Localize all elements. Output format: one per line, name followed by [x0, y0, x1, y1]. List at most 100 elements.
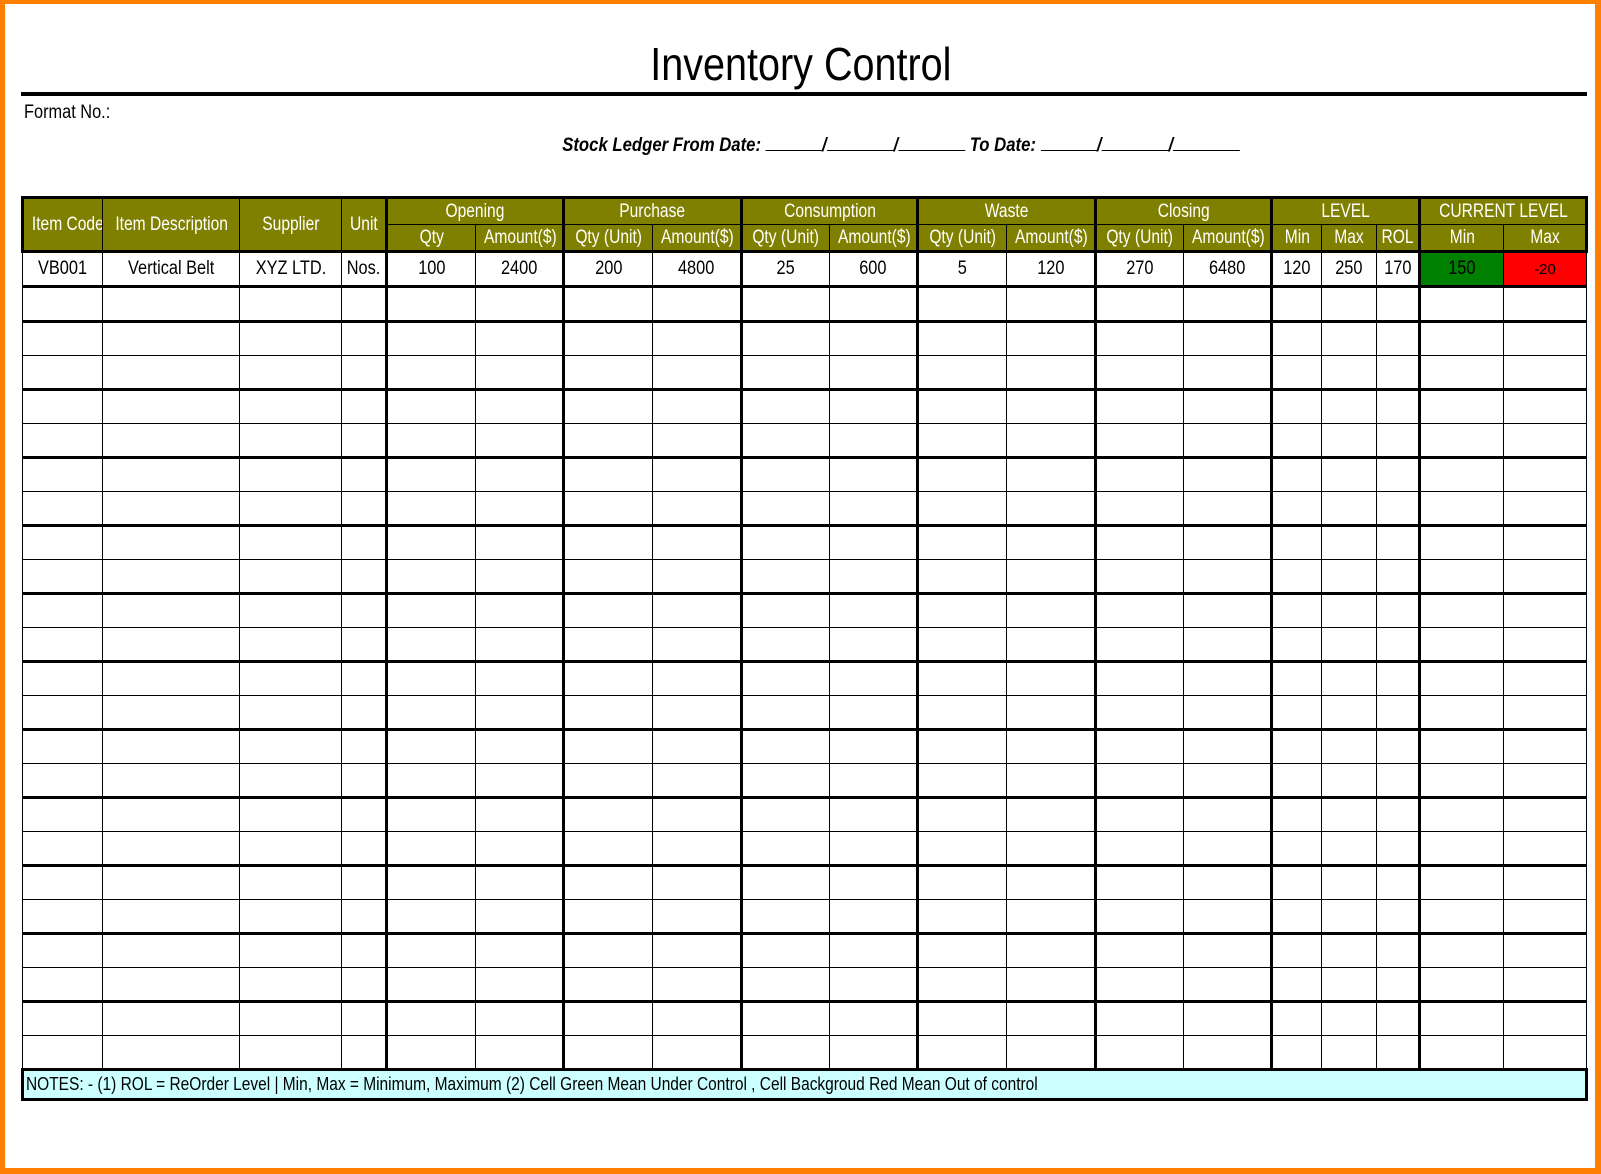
empty-cell[interactable]: [1321, 456, 1378, 492]
empty-cell[interactable]: [1503, 932, 1588, 968]
empty-cell[interactable]: [1183, 320, 1273, 356]
empty-cell[interactable]: [1094, 660, 1185, 696]
empty-cell[interactable]: [562, 592, 653, 628]
empty-cell[interactable]: [475, 423, 564, 458]
empty-cell[interactable]: [828, 1000, 919, 1036]
cell-level-min[interactable]: 120: [1270, 250, 1323, 287]
empty-cell[interactable]: [475, 285, 564, 322]
empty-cell[interactable]: [740, 559, 830, 594]
empty-cell[interactable]: [1321, 796, 1378, 832]
empty-cell[interactable]: [385, 320, 476, 356]
empty-cell[interactable]: [652, 728, 742, 764]
empty-cell[interactable]: [740, 864, 830, 900]
empty-cell[interactable]: [916, 728, 1008, 764]
empty-cell[interactable]: [1094, 763, 1185, 798]
empty-cell[interactable]: [652, 456, 742, 492]
empty-cell[interactable]: [1376, 831, 1421, 866]
empty-cell[interactable]: [341, 864, 387, 900]
empty-cell[interactable]: [1418, 627, 1505, 662]
empty-cell[interactable]: [828, 423, 919, 458]
empty-cell[interactable]: [652, 320, 742, 356]
empty-cell[interactable]: [1503, 695, 1588, 730]
empty-cell[interactable]: [475, 899, 564, 934]
empty-cell[interactable]: [1418, 559, 1505, 594]
empty-cell[interactable]: [1376, 285, 1421, 322]
empty-cell[interactable]: [1183, 355, 1273, 390]
empty-cell[interactable]: [341, 695, 387, 730]
empty-cell[interactable]: [239, 627, 342, 662]
empty-cell[interactable]: [1270, 728, 1323, 764]
empty-cell[interactable]: [916, 355, 1008, 390]
empty-cell[interactable]: [239, 355, 342, 390]
empty-cell[interactable]: [1006, 524, 1097, 560]
empty-cell[interactable]: [1094, 796, 1185, 832]
empty-cell[interactable]: [22, 763, 103, 798]
empty-cell[interactable]: [1094, 423, 1185, 458]
empty-cell[interactable]: [341, 932, 387, 968]
empty-cell[interactable]: [341, 627, 387, 662]
empty-cell[interactable]: [1183, 627, 1273, 662]
empty-cell[interactable]: [1183, 491, 1273, 526]
empty-cell[interactable]: [341, 763, 387, 798]
empty-cell[interactable]: [916, 932, 1008, 968]
empty-cell[interactable]: [1006, 932, 1097, 968]
empty-cell[interactable]: [102, 388, 240, 424]
empty-cell[interactable]: [1270, 388, 1323, 424]
empty-cell[interactable]: [22, 864, 103, 900]
from-date-year-field[interactable]: [898, 133, 966, 151]
empty-cell[interactable]: [1183, 763, 1273, 798]
empty-cell[interactable]: [341, 660, 387, 696]
empty-cell[interactable]: [1418, 831, 1505, 866]
empty-cell[interactable]: [102, 831, 240, 866]
empty-cell[interactable]: [385, 695, 476, 730]
empty-cell[interactable]: [239, 1035, 342, 1070]
empty-cell[interactable]: [1094, 967, 1185, 1002]
empty-cell[interactable]: [562, 864, 653, 900]
empty-cell[interactable]: [1270, 864, 1323, 900]
empty-cell[interactable]: [239, 285, 342, 322]
empty-cell[interactable]: [1183, 967, 1273, 1002]
empty-cell[interactable]: [1376, 388, 1421, 424]
empty-cell[interactable]: [1503, 660, 1588, 696]
empty-cell[interactable]: [1418, 355, 1505, 390]
empty-cell[interactable]: [1270, 559, 1323, 594]
empty-cell[interactable]: [1321, 932, 1378, 968]
empty-cell[interactable]: [1376, 932, 1421, 968]
empty-cell[interactable]: [740, 627, 830, 662]
empty-cell[interactable]: [385, 967, 476, 1002]
empty-cell[interactable]: [1183, 796, 1273, 832]
empty-cell[interactable]: [1006, 285, 1097, 322]
empty-cell[interactable]: [22, 932, 103, 968]
empty-cell[interactable]: [385, 660, 476, 696]
to-date-year-field[interactable]: [1173, 133, 1241, 151]
empty-cell[interactable]: [1418, 728, 1505, 764]
empty-cell[interactable]: [652, 1035, 742, 1070]
empty-cell[interactable]: [385, 388, 476, 424]
empty-cell[interactable]: [385, 524, 476, 560]
empty-cell[interactable]: [102, 967, 240, 1002]
empty-cell[interactable]: [740, 1000, 830, 1036]
empty-cell[interactable]: [22, 967, 103, 1002]
empty-cell[interactable]: [652, 796, 742, 832]
empty-cell[interactable]: [341, 388, 387, 424]
empty-cell[interactable]: [652, 627, 742, 662]
cell-current-max-out-of-control[interactable]: -20: [1503, 250, 1588, 287]
empty-cell[interactable]: [1321, 899, 1378, 934]
empty-cell[interactable]: [740, 320, 830, 356]
cell-item-description[interactable]: Vertical Belt: [102, 250, 240, 287]
empty-cell[interactable]: [239, 388, 342, 424]
empty-cell[interactable]: [1270, 660, 1323, 696]
empty-cell[interactable]: [562, 491, 653, 526]
empty-cell[interactable]: [740, 660, 830, 696]
empty-cell[interactable]: [341, 592, 387, 628]
empty-cell[interactable]: [740, 899, 830, 934]
empty-cell[interactable]: [1418, 423, 1505, 458]
empty-cell[interactable]: [22, 1035, 103, 1070]
empty-cell[interactable]: [1376, 695, 1421, 730]
empty-cell[interactable]: [341, 355, 387, 390]
empty-cell[interactable]: [1376, 627, 1421, 662]
empty-cell[interactable]: [1503, 592, 1588, 628]
empty-cell[interactable]: [652, 695, 742, 730]
empty-cell[interactable]: [1418, 1000, 1505, 1036]
empty-cell[interactable]: [740, 695, 830, 730]
